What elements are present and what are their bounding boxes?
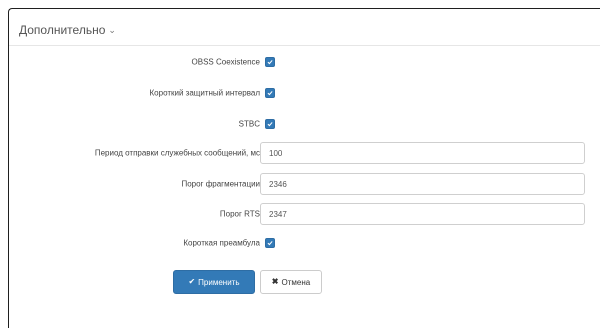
setting-row-beacon-interval: Период отправки служебных сообщений, мс: [0, 141, 600, 165]
short-preamble-checkbox[interactable]: [265, 238, 275, 248]
check-icon: [267, 91, 273, 96]
chevron-down-icon: ⌄: [108, 25, 116, 35]
check-icon: [267, 241, 273, 246]
frag-threshold-input[interactable]: [260, 173, 585, 195]
beacon-interval-label: Период отправки служебных сообщений, мс: [94, 148, 260, 158]
setting-row-frag-threshold: Порог фрагментации: [0, 172, 600, 196]
setting-row-short-gi: Короткий защитный интервал: [0, 81, 600, 105]
frag-threshold-label: Порог фрагментации: [181, 179, 260, 189]
obss-label: OBSS Coexistence: [191, 57, 260, 67]
short-gi-checkbox[interactable]: [265, 88, 275, 98]
section-toggle[interactable]: Дополнительно ⌄: [19, 23, 116, 37]
section-title: Дополнительно: [19, 23, 106, 37]
apply-button[interactable]: ✔ Применить: [173, 270, 255, 294]
setting-row-stbc: STBC: [0, 112, 600, 136]
setting-row-short-preamble: Короткая преамбула: [0, 231, 600, 255]
short-preamble-label: Короткая преамбула: [183, 238, 260, 248]
obss-checkbox[interactable]: [265, 57, 275, 67]
cancel-button-label: Отмена: [281, 277, 311, 287]
section-divider: [9, 45, 600, 46]
setting-row-obss: OBSS Coexistence: [0, 50, 600, 74]
check-icon: [267, 122, 273, 127]
setting-row-rts-threshold: Порог RTS: [0, 202, 600, 226]
stbc-checkbox[interactable]: [265, 119, 275, 129]
beacon-interval-input[interactable]: [260, 142, 585, 164]
stbc-label: STBC: [238, 119, 260, 129]
rts-threshold-input[interactable]: [260, 203, 585, 225]
check-icon: [267, 60, 273, 65]
apply-button-label: Применить: [198, 277, 240, 287]
short-gi-label: Короткий защитный интервал: [149, 88, 260, 98]
cancel-button[interactable]: ✖ Отмена: [260, 270, 322, 294]
close-icon: ✖: [271, 277, 279, 286]
check-icon: ✔: [188, 277, 196, 286]
rts-threshold-label: Порог RTS: [219, 209, 260, 219]
